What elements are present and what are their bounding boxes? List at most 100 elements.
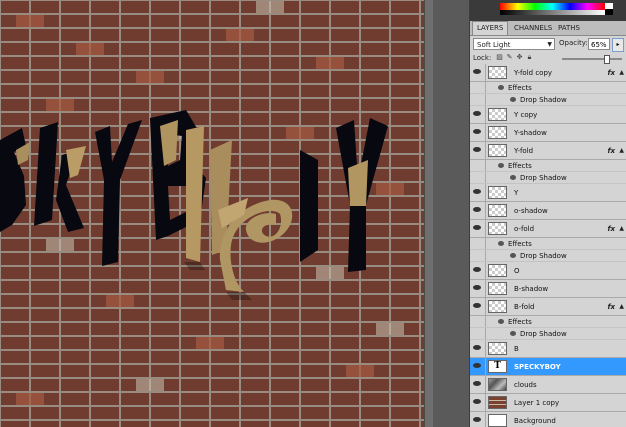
layer-thumbnail bbox=[488, 186, 507, 199]
lock-transparency-icon[interactable]: ▨ bbox=[496, 54, 503, 61]
eye-icon[interactable] bbox=[473, 363, 482, 369]
document-canvas[interactable] bbox=[0, 0, 424, 427]
layer-row[interactable]: O bbox=[470, 262, 626, 280]
fill-slider[interactable] bbox=[562, 55, 622, 64]
effect-visibility-icon[interactable] bbox=[510, 331, 516, 336]
layer-name[interactable]: SPECKYBOY bbox=[514, 358, 561, 376]
collapse-arrow-icon[interactable]: ▲ bbox=[619, 298, 624, 316]
collapse-arrow-icon[interactable]: ▲ bbox=[619, 220, 624, 238]
eye-icon[interactable] bbox=[473, 303, 482, 309]
effect-visibility-icon[interactable] bbox=[510, 175, 516, 180]
blend-mode-select[interactable]: Soft Light ▼ bbox=[473, 38, 555, 50]
opacity-input[interactable]: 65% bbox=[588, 38, 610, 50]
layer-name[interactable]: Background bbox=[514, 412, 556, 427]
layer-row[interactable]: Y-fold copy fx ▲ bbox=[470, 64, 626, 82]
layer-row[interactable]: T SPECKYBOY bbox=[470, 358, 626, 376]
fx-icon[interactable]: fx bbox=[607, 298, 615, 316]
fx-icon[interactable]: fx bbox=[607, 220, 615, 238]
layer-thumbnail bbox=[488, 66, 507, 79]
eye-icon[interactable] bbox=[473, 345, 482, 351]
eye-icon[interactable] bbox=[473, 381, 482, 387]
color-spectrum[interactable] bbox=[500, 3, 605, 15]
layer-name[interactable]: o-fold bbox=[514, 220, 534, 238]
layer-name[interactable]: Y bbox=[514, 184, 518, 202]
layer-row[interactable]: Background bbox=[470, 412, 626, 427]
opacity-slider-toggle[interactable]: ▸ bbox=[612, 38, 624, 52]
effect-name: Effects bbox=[508, 84, 532, 92]
eye-icon[interactable] bbox=[473, 69, 482, 75]
layer-row[interactable]: o-fold fx ▲ bbox=[470, 220, 626, 238]
lock-all-icon[interactable]: 🔒︎ bbox=[526, 54, 533, 61]
black-swatch[interactable] bbox=[605, 9, 613, 15]
effect-visibility-icon[interactable] bbox=[510, 97, 516, 102]
layer-name[interactable]: Y-fold copy bbox=[514, 64, 552, 82]
effect-visibility-icon[interactable] bbox=[498, 85, 504, 90]
layer-effect-row[interactable]: Drop Shadow bbox=[470, 328, 626, 340]
eye-icon[interactable] bbox=[473, 399, 482, 405]
eye-icon[interactable] bbox=[473, 267, 482, 273]
eye-icon[interactable] bbox=[473, 417, 482, 423]
layer-row[interactable]: Layer 1 copy bbox=[470, 394, 626, 412]
layer-row[interactable]: B-shadow bbox=[470, 280, 626, 298]
layer-row[interactable]: Y-shadow bbox=[470, 124, 626, 142]
layer-row[interactable]: Y copy bbox=[470, 106, 626, 124]
tab-channels[interactable]: CHANNELS bbox=[510, 22, 556, 35]
eye-icon[interactable] bbox=[473, 189, 482, 195]
layer-name[interactable]: B bbox=[514, 340, 519, 358]
layer-thumbnail bbox=[488, 342, 507, 355]
eye-icon[interactable] bbox=[473, 129, 482, 135]
fx-icon[interactable]: fx bbox=[607, 64, 615, 82]
layer-effect-row[interactable]: Effects bbox=[470, 238, 626, 250]
collapse-arrow-icon[interactable]: ▲ bbox=[619, 64, 624, 82]
layers-panel: LAYERS CHANNELS PATHS Soft Light ▼ Opaci… bbox=[469, 0, 626, 427]
layer-name[interactable]: clouds bbox=[514, 376, 537, 394]
layer-row[interactable]: clouds bbox=[470, 376, 626, 394]
layer-name[interactable]: O bbox=[514, 262, 520, 280]
artwork bbox=[0, 0, 424, 427]
layer-effect-row[interactable]: Drop Shadow bbox=[470, 250, 626, 262]
layer-name[interactable]: Y copy bbox=[514, 106, 537, 124]
layer-name[interactable]: B-shadow bbox=[514, 280, 548, 298]
eye-icon[interactable] bbox=[473, 111, 482, 117]
layer-effect-row[interactable]: Effects bbox=[470, 316, 626, 328]
color-panel[interactable] bbox=[470, 0, 626, 21]
layer-name[interactable]: Layer 1 copy bbox=[514, 394, 559, 412]
eye-icon[interactable] bbox=[473, 225, 482, 231]
tab-paths[interactable]: PATHS bbox=[554, 22, 584, 35]
layer-thumbnail bbox=[488, 300, 507, 313]
layer-effect-row[interactable]: Effects bbox=[470, 160, 626, 172]
effect-name: Drop Shadow bbox=[520, 174, 567, 182]
eye-icon[interactable] bbox=[473, 285, 482, 291]
effect-visibility-icon[interactable] bbox=[498, 163, 504, 168]
opacity-label: Opacity: bbox=[559, 39, 588, 47]
collapse-arrow-icon[interactable]: ▲ bbox=[619, 142, 624, 160]
layer-name[interactable]: o-shadow bbox=[514, 202, 548, 220]
eye-icon[interactable] bbox=[473, 207, 482, 213]
effect-name: Effects bbox=[508, 240, 532, 248]
canvas-vertical-scrollbar[interactable] bbox=[424, 0, 433, 427]
lock-pixels-icon[interactable]: ✎ bbox=[506, 54, 513, 61]
layer-row[interactable]: B-fold fx ▲ bbox=[470, 298, 626, 316]
layer-effect-row[interactable]: Drop Shadow bbox=[470, 172, 626, 184]
lock-position-icon[interactable]: ✥ bbox=[516, 54, 523, 61]
slider-knob[interactable] bbox=[604, 55, 610, 64]
fx-icon[interactable]: fx bbox=[607, 142, 615, 160]
eye-icon[interactable] bbox=[473, 147, 482, 153]
layer-name[interactable]: Y-fold bbox=[514, 142, 533, 160]
tab-layers[interactable]: LAYERS bbox=[472, 21, 509, 35]
effect-visibility-icon[interactable] bbox=[498, 241, 504, 246]
layer-name[interactable]: B-fold bbox=[514, 298, 534, 316]
layer-row[interactable]: o-shadow bbox=[470, 202, 626, 220]
effect-name: Effects bbox=[508, 162, 532, 170]
layer-effect-row[interactable]: Effects bbox=[470, 82, 626, 94]
layer-thumbnail bbox=[488, 264, 507, 277]
layer-thumbnail: T bbox=[488, 360, 507, 373]
layer-row[interactable]: Y-fold fx ▲ bbox=[470, 142, 626, 160]
effect-name: Drop Shadow bbox=[520, 96, 567, 104]
layer-name[interactable]: Y-shadow bbox=[514, 124, 547, 142]
layer-effect-row[interactable]: Drop Shadow bbox=[470, 94, 626, 106]
effect-visibility-icon[interactable] bbox=[510, 253, 516, 258]
layer-row[interactable]: Y bbox=[470, 184, 626, 202]
layer-row[interactable]: B bbox=[470, 340, 626, 358]
effect-visibility-icon[interactable] bbox=[498, 319, 504, 324]
